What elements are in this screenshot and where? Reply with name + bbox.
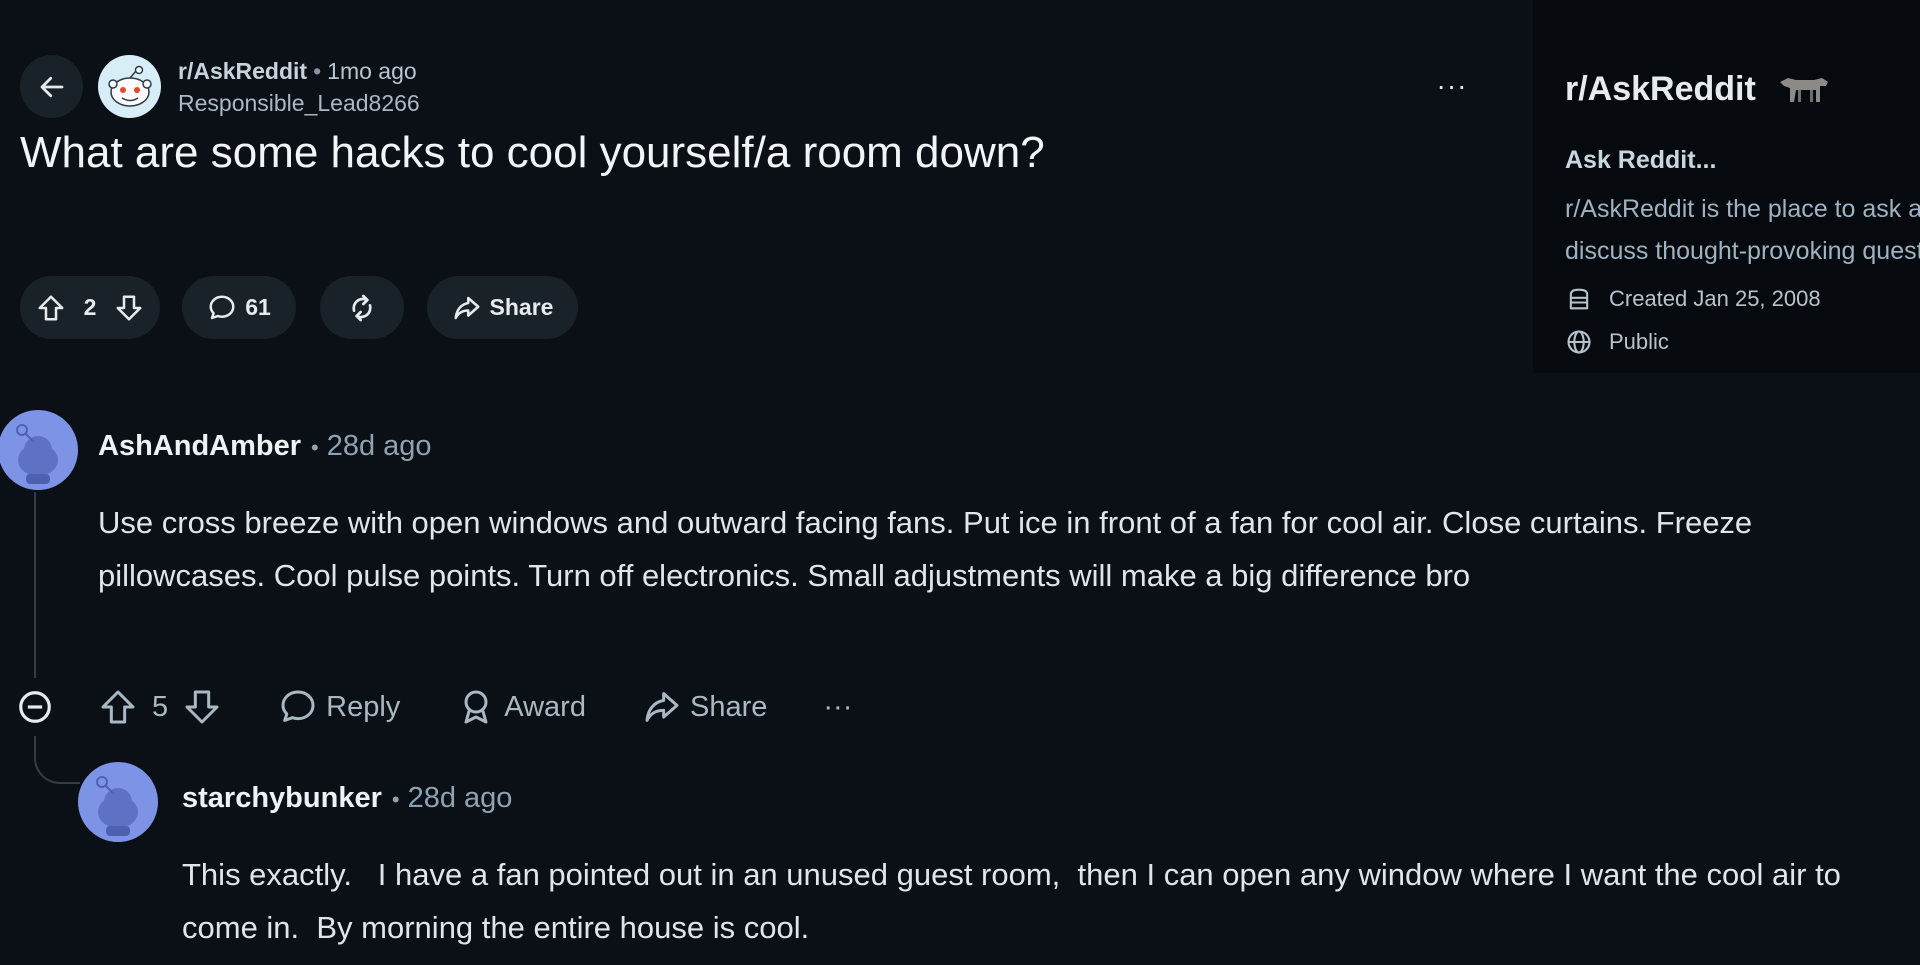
crosspost-button[interactable] [320, 276, 404, 339]
sidebar-title-row: r/AskReddit [1565, 70, 1830, 109]
calendar-icon [1565, 285, 1593, 313]
comment-upvote[interactable] [98, 687, 138, 727]
community-sidebar: r/AskReddit Ask Reddit... r/AskReddit is… [1533, 0, 1920, 373]
subreddit-link[interactable]: r/AskReddit [178, 58, 307, 84]
downvote-icon [182, 687, 222, 727]
comments-button[interactable]: 61 [182, 276, 296, 339]
back-button[interactable] [20, 55, 83, 118]
award-label: Award [504, 690, 586, 723]
comment-separator: • [311, 435, 319, 460]
comment-icon [278, 687, 318, 727]
thread-branch-line [34, 736, 80, 784]
post-share-button[interactable]: Share [427, 276, 578, 339]
comment-count: 61 [245, 294, 271, 320]
reply-avatar[interactable] [78, 762, 158, 842]
post-overflow-button[interactable]: ··· [1430, 68, 1474, 104]
sidebar-title[interactable]: r/AskReddit [1565, 70, 1756, 109]
horse-banner-icon [1774, 72, 1830, 108]
sidebar-community-name: Ask Reddit... [1565, 146, 1717, 174]
comment-author[interactable]: AshAndAmber [98, 430, 301, 462]
post-time: 1mo ago [327, 58, 417, 84]
comment-vote-count: 5 [152, 690, 169, 723]
reply-time[interactable]: 28d ago [408, 782, 513, 814]
award-icon [456, 687, 496, 727]
comment-body: Use cross breeze with open windows and o… [98, 505, 1761, 593]
collapse-thread-button[interactable] [14, 686, 56, 728]
meta-separator: • [313, 58, 322, 84]
post-vote-pill: 2 [20, 276, 160, 339]
sidebar-visibility: Public [1609, 329, 1669, 354]
reply-separator: • [391, 787, 400, 812]
comment-share-label: Share [689, 690, 768, 723]
post-page: r/AskReddit • 1mo ago Responsible_Lead8266… [0, 0, 1920, 965]
comment-share-button[interactable]: Share [642, 687, 767, 727]
reply-author[interactable]: starchybunker [182, 782, 382, 814]
subreddit-avatar[interactable] [98, 55, 161, 118]
post-meta: r/AskReddit • 1mo ago [178, 58, 417, 85]
award-button[interactable]: Award [456, 687, 586, 727]
reply-label: Reply [326, 690, 401, 723]
upvote-icon [98, 687, 138, 727]
sidebar-created: Created Jan 25, 2008 [1609, 286, 1821, 311]
post-share-label: Share [489, 294, 554, 320]
globe-icon [1565, 328, 1593, 356]
comment-overflow-button[interactable]: ··· [823, 691, 852, 724]
comment-header: AshAndAmber • 28d ago [98, 430, 432, 463]
snoo-avatar-icon [103, 60, 157, 114]
comment-actions: 5 Reply Award Share ··· [98, 682, 852, 732]
collapse-icon [16, 688, 54, 726]
share-icon [452, 293, 482, 323]
thread-line[interactable] [34, 492, 36, 678]
comment-downvote[interactable] [182, 687, 222, 727]
post-title: What are some hacks to cool yourself/a r… [20, 128, 1045, 177]
comment-icon [207, 293, 237, 323]
comment-avatar[interactable] [0, 410, 78, 490]
upvote-icon[interactable] [36, 293, 66, 323]
share-icon [642, 687, 682, 727]
comment-time[interactable]: 28d ago [327, 430, 432, 462]
crosspost-icon [346, 292, 378, 324]
reply-header: starchybunker • 28d ago [182, 782, 512, 815]
reply-button[interactable]: Reply [278, 687, 400, 727]
snoo-avatar-icon [0, 410, 78, 490]
post-vote-count: 2 [83, 294, 97, 320]
sidebar-visibility-row: Public [1565, 325, 1669, 359]
reply-body: This exactly. I have a fan pointed out i… [182, 857, 1850, 945]
snoo-avatar-icon [78, 762, 158, 842]
post-author[interactable]: Responsible_Lead8266 [178, 90, 420, 117]
back-arrow-icon [37, 72, 67, 102]
downvote-icon[interactable] [114, 293, 144, 323]
sidebar-created-row: Created Jan 25, 2008 [1565, 282, 1821, 316]
sidebar-description: r/AskReddit is the place to ask and disc… [1565, 195, 1920, 265]
